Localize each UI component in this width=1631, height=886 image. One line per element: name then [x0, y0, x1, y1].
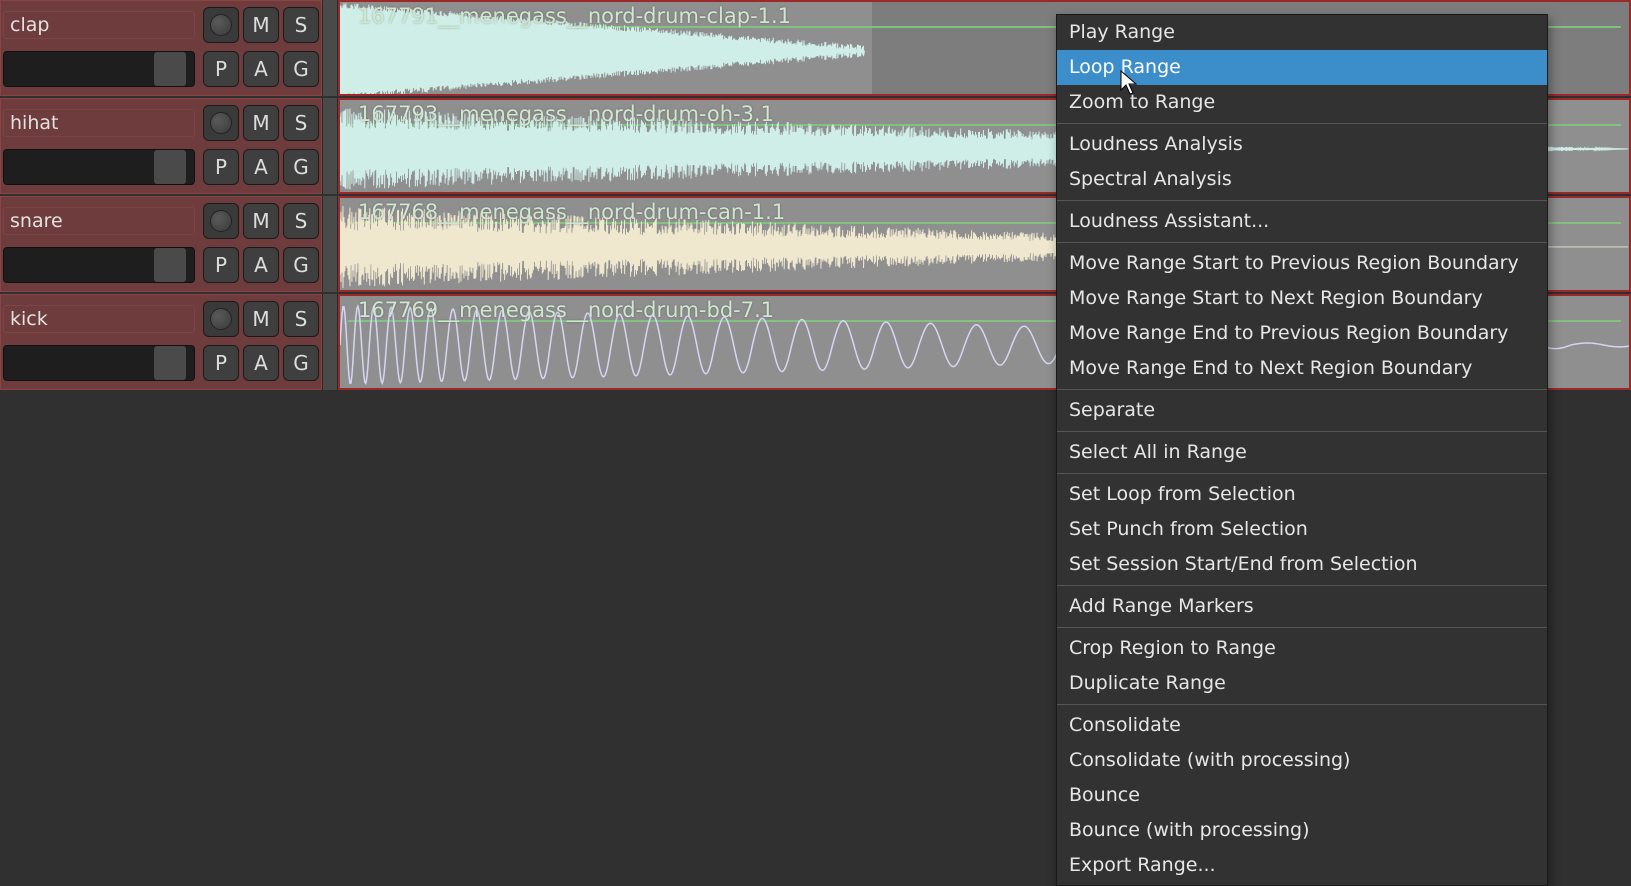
fader-handle[interactable] [154, 150, 186, 184]
menu-item[interactable]: Loudness Assistant... [1057, 204, 1547, 239]
region-label: 167793__menegass__nord-drum-oh-3.1 [358, 102, 774, 126]
menu-item[interactable]: Move Range Start to Next Region Boundary [1057, 281, 1547, 316]
fader-handle[interactable] [154, 346, 186, 380]
menu-separator [1057, 704, 1547, 705]
automation-button[interactable]: A [243, 51, 279, 87]
menu-item[interactable]: Crop Region to Range [1057, 631, 1547, 666]
fader-handle[interactable] [154, 248, 186, 282]
track-header[interactable]: snare M S P A G [0, 196, 322, 292]
menu-item[interactable]: Export Range... [1057, 848, 1547, 883]
menu-item[interactable]: Loop Range [1057, 50, 1547, 85]
automation-button[interactable]: A [243, 247, 279, 283]
menu-item[interactable]: Set Punch from Selection [1057, 512, 1547, 547]
solo-button[interactable]: S [283, 105, 319, 141]
menu-separator [1057, 473, 1547, 474]
track-resize-grip[interactable] [322, 98, 338, 194]
menu-item[interactable]: Bounce [1057, 778, 1547, 813]
region-label: 167768__menegass__nord-drum-can-1.1 [358, 200, 785, 224]
solo-button[interactable]: S [283, 203, 319, 239]
menu-item[interactable]: Spectral Analysis [1057, 162, 1547, 197]
mute-button[interactable]: M [243, 301, 279, 337]
mute-button[interactable]: M [243, 7, 279, 43]
menu-item[interactable]: Consolidate [1057, 708, 1547, 743]
menu-item[interactable]: Set Loop from Selection [1057, 477, 1547, 512]
menu-item[interactable]: Separate [1057, 393, 1547, 428]
track-header[interactable]: clap M S P A G [0, 0, 322, 96]
mute-button[interactable]: M [243, 105, 279, 141]
menu-separator [1057, 242, 1547, 243]
menu-item[interactable]: Bounce (with processing) [1057, 813, 1547, 848]
track-resize-grip[interactable] [322, 196, 338, 292]
menu-separator [1057, 431, 1547, 432]
group-button[interactable]: G [283, 149, 319, 185]
track-fader[interactable] [3, 149, 195, 185]
menu-item[interactable]: Play Range [1057, 15, 1547, 50]
record-icon [210, 210, 232, 232]
track-name-field[interactable]: hihat [3, 109, 195, 137]
menu-item[interactable]: Set Session Start/End from Selection [1057, 547, 1547, 582]
track-header[interactable]: kick M S P A G [0, 294, 322, 390]
track-fader[interactable] [3, 345, 195, 381]
record-arm-button[interactable] [203, 301, 239, 337]
region-label: 167769__menegass__nord-drum-bd-7.1 [358, 298, 774, 322]
fader-handle[interactable] [154, 52, 186, 86]
menu-item[interactable]: Duplicate Range [1057, 666, 1547, 701]
playlist-button[interactable]: P [203, 51, 239, 87]
automation-button[interactable]: A [243, 149, 279, 185]
record-icon [210, 308, 232, 330]
record-arm-button[interactable] [203, 203, 239, 239]
record-icon [210, 14, 232, 36]
track-fader[interactable] [3, 51, 195, 87]
track-name-field[interactable]: kick [3, 305, 195, 333]
menu-item[interactable]: Consolidate (with processing) [1057, 743, 1547, 778]
track-resize-grip[interactable] [322, 294, 338, 390]
track-name-field[interactable]: snare [3, 207, 195, 235]
playlist-button[interactable]: P [203, 149, 239, 185]
menu-item[interactable]: Move Range End to Next Region Boundary [1057, 351, 1547, 386]
solo-button[interactable]: S [283, 7, 319, 43]
range-context-menu[interactable]: Play RangeLoop RangeZoom to Range Loudnes… [1056, 14, 1548, 886]
track-header[interactable]: hihat M S P A G [0, 98, 322, 194]
menu-separator [1057, 389, 1547, 390]
menu-item[interactable]: Move Range End to Previous Region Bounda… [1057, 316, 1547, 351]
group-button[interactable]: G [283, 51, 319, 87]
record-icon [210, 112, 232, 134]
menu-separator [1057, 585, 1547, 586]
record-arm-button[interactable] [203, 7, 239, 43]
menu-item[interactable]: Loudness Analysis [1057, 127, 1547, 162]
solo-button[interactable]: S [283, 301, 319, 337]
track-name-field[interactable]: clap [3, 11, 195, 39]
mute-button[interactable]: M [243, 203, 279, 239]
playlist-button[interactable]: P [203, 247, 239, 283]
group-button[interactable]: G [283, 247, 319, 283]
record-arm-button[interactable] [203, 105, 239, 141]
track-resize-grip[interactable] [322, 0, 338, 96]
automation-button[interactable]: A [243, 345, 279, 381]
menu-item[interactable]: Select All in Range [1057, 435, 1547, 470]
menu-item[interactable]: Move Range Start to Previous Region Boun… [1057, 246, 1547, 281]
menu-item[interactable]: Add Range Markers [1057, 589, 1547, 624]
playlist-button[interactable]: P [203, 345, 239, 381]
menu-item[interactable]: Zoom to Range [1057, 85, 1547, 120]
region-label: 167791__menegass__nord-drum-clap-1.1 [358, 4, 791, 28]
group-button[interactable]: G [283, 345, 319, 381]
track-fader[interactable] [3, 247, 195, 283]
menu-separator [1057, 123, 1547, 124]
menu-separator [1057, 627, 1547, 628]
menu-separator [1057, 200, 1547, 201]
